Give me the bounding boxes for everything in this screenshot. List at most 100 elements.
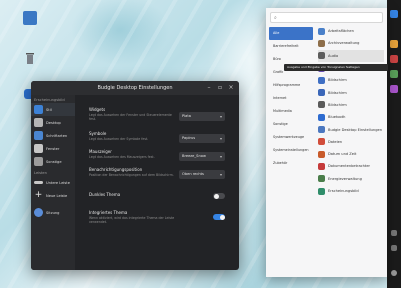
desktop-icon-home[interactable] (20, 11, 40, 25)
app-icon (318, 187, 325, 195)
category-item[interactable]: Systemeinstellungen (269, 144, 313, 157)
panel-app-icon[interactable] (390, 70, 398, 78)
chevron-down-icon: ▾ (219, 136, 222, 141)
app-label: Erscheinungsbild (328, 189, 359, 193)
add-icon: + (34, 190, 43, 200)
app-item[interactable]: Erscheinungsbild (318, 185, 384, 197)
settings-main: Widgets Legt das Aussehen der Fenster un… (77, 95, 239, 270)
app-icon (318, 113, 325, 121)
category-item[interactable]: Barrierefreiheit (269, 40, 313, 53)
app-label: Bildschirm (328, 78, 347, 83)
category-item[interactable]: Sonstige (269, 118, 313, 131)
dropdown-value: Breeze_Snow (182, 154, 206, 158)
sidebar-item-label: Fenster (46, 146, 60, 151)
app-item[interactable]: Dokumentenbetrachter (318, 160, 384, 172)
sidebar-item-label: Neue Leiste (46, 193, 68, 198)
app-item[interactable]: Dateien (318, 136, 384, 148)
close-button[interactable]: × (227, 84, 235, 92)
app-item[interactable]: Bluetooth (318, 111, 384, 123)
setting-row-notifications: Benachrichtigungsposition Position der B… (89, 167, 225, 179)
app-label: Budgie Desktop Einstellungen (328, 127, 382, 132)
app-item[interactable]: Bildschirm (318, 99, 384, 111)
app-label: Audio (328, 53, 339, 58)
desktop-icon-trash[interactable] (20, 50, 40, 69)
category-item[interactable]: Internet (269, 92, 313, 105)
setting-description: Legt das Aussehen des Mauszeigers fest. (89, 155, 155, 159)
app-icon (318, 101, 325, 109)
side-panel (387, 0, 401, 288)
sidebar-item-session[interactable]: Sitzung (31, 206, 75, 219)
sidebar-section-panels: Leisten (34, 171, 47, 175)
app-item[interactable]: Bildschirm (318, 86, 384, 98)
panel-app-icon[interactable] (390, 85, 398, 93)
notification-position-dropdown[interactable]: Oben rechts ▾ (179, 170, 225, 179)
panel-tray-icon[interactable] (391, 230, 397, 236)
app-icon (318, 27, 325, 35)
setting-description: Legt das Aussehen der Symbole fest. (89, 137, 149, 141)
app-item[interactable]: Energieverwaltung (318, 173, 384, 185)
category-list: Alle Barrierefreiheit Büro Grafik Hilfsprogr… (269, 27, 313, 170)
menu-search-input[interactable]: ⌕ (270, 12, 383, 23)
app-label: Dateien (328, 139, 343, 144)
sidebar-item-label: Schriftarten (46, 133, 68, 138)
sidebar-item-other[interactable]: Sonstige (31, 155, 75, 168)
app-label: Datum und Zeit (328, 152, 357, 157)
cursor-dropdown[interactable]: Breeze_Snow ▾ (179, 152, 225, 161)
chevron-down-icon: ▾ (219, 114, 222, 119)
app-label: Bildschirm (328, 102, 347, 107)
style-icon (34, 105, 43, 114)
chevron-down-icon: ▾ (219, 154, 222, 159)
setting-row-icons: Symbole Legt das Aussehen der Symbole fe… (89, 131, 225, 143)
sidebar-item-fonts[interactable]: Schriftarten (31, 129, 75, 142)
app-label: Bluetooth (328, 115, 346, 120)
panel-power-icon[interactable] (391, 270, 397, 276)
search-icon: ⌕ (274, 15, 277, 21)
setting-row-cursor: Mauszeiger Legt das Aussehen des Mauszei… (89, 149, 225, 161)
category-item[interactable]: Zubehör (269, 157, 313, 170)
app-item[interactable]: Arbeitsflächen (318, 25, 384, 37)
category-item[interactable]: Hilfsprogramme (269, 79, 313, 92)
minimize-button[interactable]: – (205, 84, 213, 92)
app-label: Energieverwaltung (328, 176, 362, 181)
sidebar-item-new-panel[interactable]: + Neue Leiste (31, 189, 75, 202)
sidebar-item-label: Untere Leiste (46, 180, 70, 185)
trash-icon (26, 53, 34, 64)
category-item[interactable]: Systemwerkzeuge (269, 131, 313, 144)
icons-dropdown[interactable]: Papirus ▾ (179, 134, 225, 143)
builtin-theme-toggle[interactable] (213, 214, 225, 220)
panel-app-icon[interactable] (390, 55, 398, 63)
dropdown-value: Papirus (182, 136, 196, 140)
chevron-down-icon: ▾ (219, 172, 222, 177)
sidebar-item-desktop[interactable]: Desktop (31, 116, 75, 129)
widgets-dropdown[interactable]: Plata ▾ (179, 112, 225, 121)
sidebar-item-windows[interactable]: Fenster (31, 142, 75, 155)
panel-tray-icon[interactable] (391, 245, 397, 251)
settings-sidebar: Erscheinungsbild Stil Desktop Schriftart… (31, 95, 75, 270)
app-icon (318, 175, 325, 183)
sidebar-item-bottom-panel[interactable]: Untere Leiste (31, 176, 75, 189)
settings-window: Budgie Desktop Einstellungen – ▫ × Ersch… (31, 81, 239, 270)
app-item[interactable]: Datum und Zeit (318, 148, 384, 160)
window-titlebar[interactable]: Budgie Desktop Einstellungen – ▫ × (31, 81, 239, 95)
sidebar-item-style[interactable]: Stil (31, 103, 75, 116)
app-item[interactable]: Archivverwaltung (318, 37, 384, 49)
dark-theme-toggle[interactable] (213, 193, 225, 199)
toggle-knob (219, 214, 225, 220)
maximize-button[interactable]: ▫ (216, 84, 224, 92)
app-label: Arbeitsflächen (328, 29, 354, 34)
panel-launcher-icon[interactable] (390, 10, 398, 18)
setting-row-builtin-theme: Integriertes Thema Wenn aktiviert, wird … (89, 210, 225, 224)
app-item[interactable]: Budgie Desktop Einstellungen (318, 123, 384, 135)
dropdown-value: Oben rechts (182, 172, 204, 176)
app-item[interactable]: Bildschirm (318, 74, 384, 86)
category-item[interactable]: Multimedia (269, 105, 313, 118)
setting-title: Dunkles Thema (89, 192, 121, 197)
app-label: Dokumentenbetrachter (328, 164, 371, 169)
app-item[interactable]: Audio (318, 49, 384, 62)
app-icon (318, 76, 325, 84)
session-icon (34, 208, 43, 217)
app-icon (318, 52, 325, 60)
app-label: Bildschirm (328, 90, 347, 95)
panel-app-icon[interactable] (390, 40, 398, 48)
category-item[interactable]: Alle (269, 27, 313, 40)
